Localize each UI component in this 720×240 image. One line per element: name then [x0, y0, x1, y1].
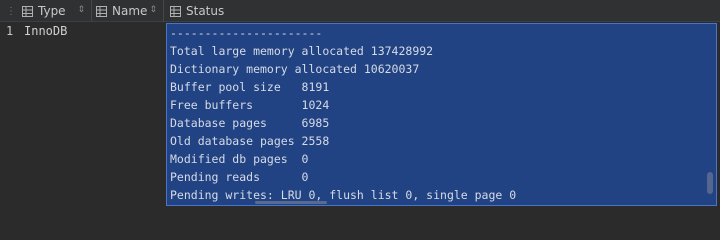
status-line: Modified db pages 0 [170, 152, 309, 166]
column-header-bar: ⋮ Type ⇕ Name ⇕ Status [0, 0, 720, 22]
horizontal-scrollbar[interactable] [255, 201, 327, 204]
sort-arrows-icon[interactable]: ⇕ [77, 5, 85, 15]
column-header-status[interactable]: Status [170, 0, 370, 22]
status-line: Free buffers 1024 [170, 98, 330, 112]
vertical-scrollbar[interactable] [707, 172, 713, 194]
table-column-icon [22, 5, 33, 17]
status-line: Pending reads 0 [170, 170, 309, 184]
status-line: ---------------------- [170, 26, 323, 40]
status-cell-selected[interactable]: ---------------------- Total large memor… [166, 23, 717, 206]
drag-handle-icon[interactable]: ⋮ [6, 0, 16, 22]
status-line: Dictionary memory allocated 10620037 [170, 62, 420, 76]
status-line: Pending writes: LRU 0, flush list 0, sin… [170, 188, 517, 202]
column-header-label: Type [38, 4, 66, 18]
status-line: Database pages 6985 [170, 116, 330, 130]
row-number: 1 [6, 24, 14, 38]
table-row[interactable]: 1 InnoDB ---------------------- Total la… [0, 22, 720, 207]
type-cell[interactable]: InnoDB [24, 24, 67, 38]
column-header-label: Name [112, 4, 148, 18]
table-column-icon [96, 5, 107, 17]
table-column-icon [170, 5, 181, 17]
column-header-label: Status [186, 4, 225, 18]
column-header-type[interactable]: Type ⇕ [22, 0, 92, 22]
column-header-name[interactable]: Name ⇕ [96, 0, 164, 22]
status-line: Total large memory allocated 137428992 [170, 44, 434, 58]
sort-arrows-icon[interactable]: ⇕ [149, 5, 157, 15]
status-line: Old database pages 2558 [170, 134, 330, 148]
status-line: Buffer pool size 8191 [170, 80, 330, 94]
